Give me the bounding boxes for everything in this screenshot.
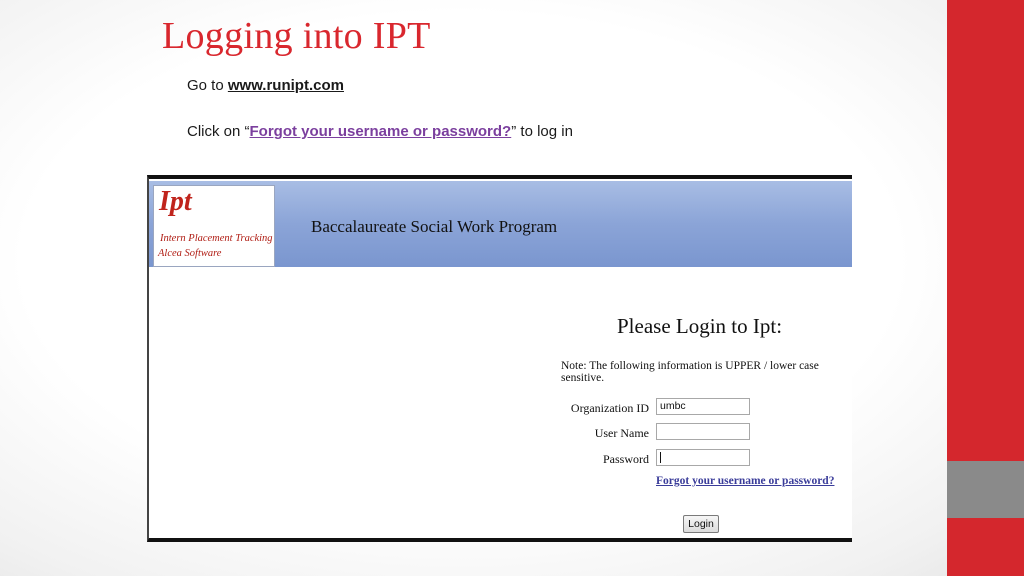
slide-title: Logging into IPT	[162, 15, 431, 57]
runipt-link[interactable]: www.runipt.com	[228, 77, 344, 94]
logo-vendor: Alcea Software	[158, 248, 222, 259]
program-title: Baccalaureate Social Work Program	[311, 217, 558, 236]
password-label: Password	[602, 452, 649, 466]
instruction-2-suffix: ” to log in	[511, 123, 573, 140]
instruction-line-1: Go to www.runipt.com	[187, 77, 344, 94]
username-label: User Name	[594, 426, 649, 440]
forgot-password-link[interactable]: Forgot your username or password?	[656, 475, 834, 487]
instruction-line-2: Click on “Forgot your username or passwo…	[187, 123, 573, 140]
logo-subtitle: Intern Placement Tracking	[160, 233, 273, 244]
forgot-credentials-link[interactable]: Forgot your username or password?	[250, 123, 512, 140]
organization-id-input[interactable]: umbc	[656, 398, 750, 415]
ipt-logo: Ipt Intern Placement Tracking Alcea Soft…	[153, 185, 275, 267]
sidebar-accent-gray	[947, 461, 1024, 518]
site-banner: Ipt Intern Placement Tracking Alcea Soft…	[149, 181, 852, 267]
login-heading: Please Login to Ipt:	[617, 314, 783, 338]
text-cursor	[660, 451, 661, 463]
username-input[interactable]	[656, 423, 750, 440]
instruction-2-prefix: Click on “	[187, 123, 250, 140]
login-button[interactable]: Login	[683, 515, 719, 533]
login-page-screenshot: Ipt Intern Placement Tracking Alcea Soft…	[147, 175, 852, 542]
sidebar-accent-red	[947, 0, 1024, 461]
instruction-1-prefix: Go to	[187, 77, 228, 94]
case-sensitivity-note: Note: The following information is UPPER…	[561, 360, 819, 384]
logo-main-text: Ipt	[159, 186, 192, 217]
sidebar-accent-red-bottom	[947, 518, 1024, 576]
organization-id-label: Organization ID	[570, 401, 649, 415]
password-input[interactable]	[656, 449, 750, 466]
